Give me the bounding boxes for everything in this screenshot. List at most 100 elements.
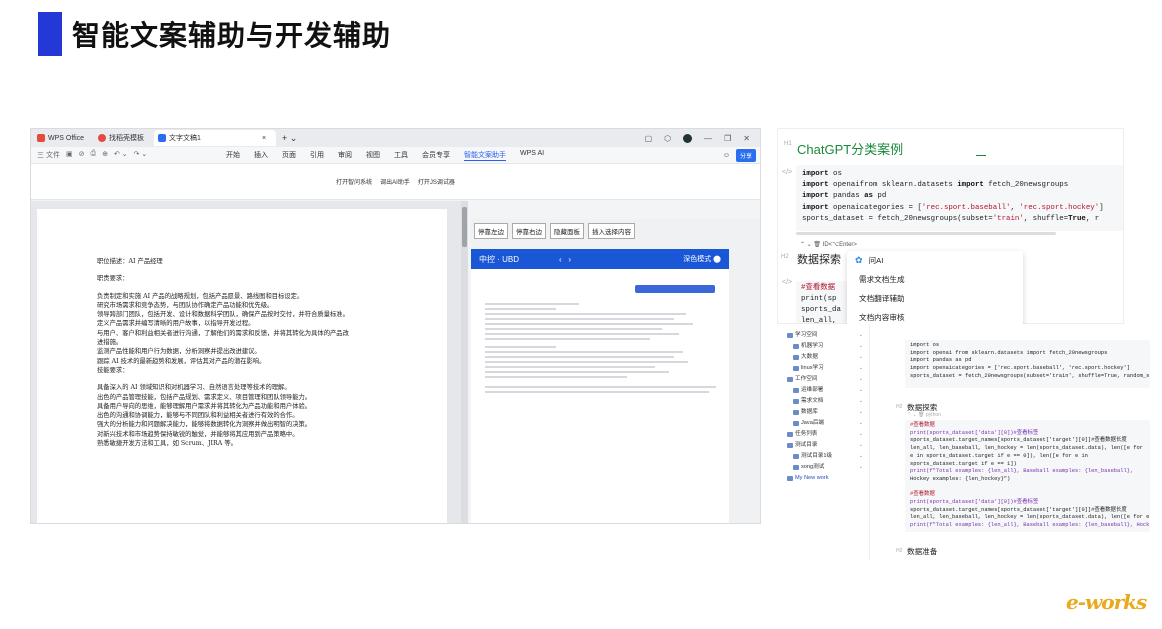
tree-item[interactable]: 数据库 ⌄ [783,407,865,418]
chevron-down-icon[interactable]: ⌄ [859,440,863,451]
code-cell-imports[interactable]: import os import openai from sklearn.data… [905,340,1150,388]
menu-reference[interactable]: 引用 [310,150,324,161]
undo-icon[interactable]: ↶ ⌄ [114,150,128,160]
file-tree: 学习空间 ⌄ 机器学习 ⌄ 大数据 ⌄ linux学习 ⌄ 工作空间 ⌄ 运维部署 ⌄ 需求文档 ⌄ 数据库… [783,330,865,484]
tree-item[interactable]: 学习空间 ⌄ [783,330,865,341]
link-icon[interactable]: ⊘ [79,150,85,160]
menu-insert[interactable]: 插入 [254,150,268,161]
menu-item-translate[interactable]: 文档翻译辅助 [847,289,1023,308]
open-zhiwen-button[interactable]: 打开智问系统 [336,177,372,186]
menu-smart-copy[interactable]: 智能文案助手 [464,150,506,161]
cube-icon[interactable]: ⬡ [664,134,671,143]
menu-item-ask-ai[interactable]: ✿ 问AI [847,251,1023,270]
code-line: sports_dataset = fetch_20newsgroups(subs… [910,372,1150,379]
doc-line: 强大的分析能力和问题解决能力，能够将数据转化为洞察并做出明智的决策。 [97,421,312,429]
minimize-icon[interactable]: — [704,134,712,143]
menu-view[interactable]: 视图 [366,150,380,161]
chevron-down-icon[interactable]: ⌄ [859,462,863,473]
close-tab-icon[interactable]: × [262,135,266,142]
close-icon[interactable]: ✕ [743,134,750,143]
dock-right-button[interactable]: 停靠右边 [512,223,546,239]
folder-icon [787,476,793,481]
tree-item[interactable]: 运维部署 ⌄ [783,385,865,396]
tree-item[interactable]: 测试目录1级 ⌄ [783,451,865,462]
code-line: Hockey examples: {len_hockey}") [910,475,1011,482]
h2-marker: H2 [781,254,789,260]
insert-selection-button[interactable]: 插入选择内容 [588,223,635,239]
tree-item[interactable]: Java后端 ⌄ [783,418,865,429]
tree-item[interactable]: My New work [783,473,865,484]
preview-icon[interactable]: ⊕ [102,150,108,160]
document-area: 职位描述：AI 产品经理 职责要求： 负责制定和实施 AI 产品的战略规划，包括产品… [31,201,468,523]
code-cell-imports[interactable]: import os import openaifrom sklearn.datas… [796,165,1123,231]
code-marker-icon: </> [782,169,793,176]
doc-line: 具备深入的 AI 领域知识和对机器学习、自然语言处理等技术的理解。 [97,384,291,392]
chevron-down-icon[interactable]: ⌄ [859,407,863,418]
menu-tools[interactable]: 工具 [394,150,408,161]
scrollbar-thumb[interactable] [462,207,467,247]
open-ai-assistant-button[interactable]: 调出AI助手 [380,177,410,186]
doc-line: 负责制定和实施 AI 产品的战略规划，包括产品愿景、路线图和目标设定。 [97,292,304,300]
document-scrollbar[interactable] [461,201,468,523]
menu-start[interactable]: 开始 [226,150,240,161]
tree-item-label: song测试 [801,464,825,470]
chevron-down-icon[interactable]: ⌄ [859,341,863,352]
doc-line: 研究市场需求和竞争态势，与团队协作确定产品功能和优先级。 [97,301,274,309]
tree-item[interactable]: 大数据 ⌄ [783,352,865,363]
chevron-down-icon[interactable]: ⌄ [859,374,863,385]
document-text[interactable]: 职位描述：AI 产品经理 职责要求： 负责制定和实施 AI 产品的战略规划，包括产品… [97,257,417,448]
tree-item[interactable]: 机器学习 ⌄ [783,341,865,352]
dark-mode-label: 深色模式 [683,256,712,263]
dark-mode-toggle[interactable]: 深色模式 ⬤ [683,254,721,264]
tree-item[interactable]: 需求文档 ⌄ [783,396,865,407]
chevron-down-icon[interactable]: ⌄ [859,330,863,341]
menu-page[interactable]: 页面 [282,150,296,161]
tree-item[interactable]: 测试目录 ⌄ [783,440,865,451]
document-page[interactable]: 职位描述：AI 产品经理 职责要求： 负责制定和实施 AI 产品的战略规划，包括产品… [37,209,447,523]
chevron-down-icon[interactable]: ⌄ [859,385,863,396]
tree-item-label: linux学习 [801,365,824,371]
share-button[interactable]: 分享 [735,148,756,162]
menu-review[interactable]: 审阅 [338,150,352,161]
hide-panel-button[interactable]: 隐藏面板 [550,223,584,239]
code-line: print(f"Total examples: {len_all}, Baseb… [910,522,1150,529]
code-cell-explore[interactable]: #查看数据 print(sports_dataset['data'][0])#查看… [905,420,1150,532]
open-js-debugger-button[interactable]: 打开JS调试器 [418,177,455,186]
tree-item[interactable]: 任务列表 ⌄ [783,429,865,440]
save-icon[interactable]: ▣ [66,150,73,160]
code-line: len_all, len_baseball, len_hockey = len(… [910,514,1150,521]
layout-icon[interactable]: ▢ [645,134,653,143]
file-menu[interactable]: 三 文件 [37,150,60,160]
code-line: sports_da [801,306,841,314]
chevron-down-icon[interactable]: ⌄ [859,418,863,429]
print-icon[interactable]: ⎙ [90,150,96,160]
smile-icon[interactable]: ☺ [723,152,730,159]
restore-icon[interactable]: ❐ [724,134,731,143]
avatar[interactable] [683,133,693,143]
code-line: sports_dataset = fetch_20newsgroups(subs… [802,214,1100,223]
tree-item[interactable]: linux学习 ⌄ [783,363,865,374]
new-tab-icon[interactable]: + ⌄ [282,133,297,144]
redo-icon[interactable]: ↷ ⌄ [134,150,148,160]
nav-arrows-icon[interactable]: ‹ › [559,255,571,264]
menu-item-requirements-doc[interactable]: 需求文档生成 [847,270,1023,289]
doc-line: 职责要求： [97,275,129,283]
cell-tools[interactable]: ⌃ ⌄ 🗑 ID<⌥Enter> [800,241,857,248]
horizontal-scrollbar[interactable] [796,232,1056,235]
tab-template[interactable]: 找稻壳模板 [94,130,154,146]
chevron-down-icon[interactable]: ⌄ [859,352,863,363]
tab-document[interactable]: 文字文稿1 × [154,130,277,146]
doc-line: 具备用户导向的思维，能够理解用户需求并将其转化为产品功能和用户体验。 [97,402,312,410]
chevron-down-icon[interactable]: ⌄ [859,396,863,407]
menu-vip[interactable]: 会员专享 [422,150,450,161]
dock-left-button[interactable]: 停靠左边 [474,223,508,239]
chevron-down-icon[interactable]: ⌄ [859,363,863,374]
cell-toolbar[interactable]: ⌃ ⌄ 🗑 python [907,412,941,418]
chevron-down-icon[interactable]: ⌄ [859,451,863,462]
tree-item[interactable]: 工作空间 ⌄ [783,374,865,385]
chevron-down-icon[interactable]: ⌄ [859,429,863,440]
menu-wps-ai[interactable]: WPS AI [520,150,544,161]
code-line: #查看数据 [910,422,935,428]
tree-item[interactable]: song测试 ⌄ [783,462,865,473]
tab-wps-office[interactable]: WPS Office [33,130,94,146]
